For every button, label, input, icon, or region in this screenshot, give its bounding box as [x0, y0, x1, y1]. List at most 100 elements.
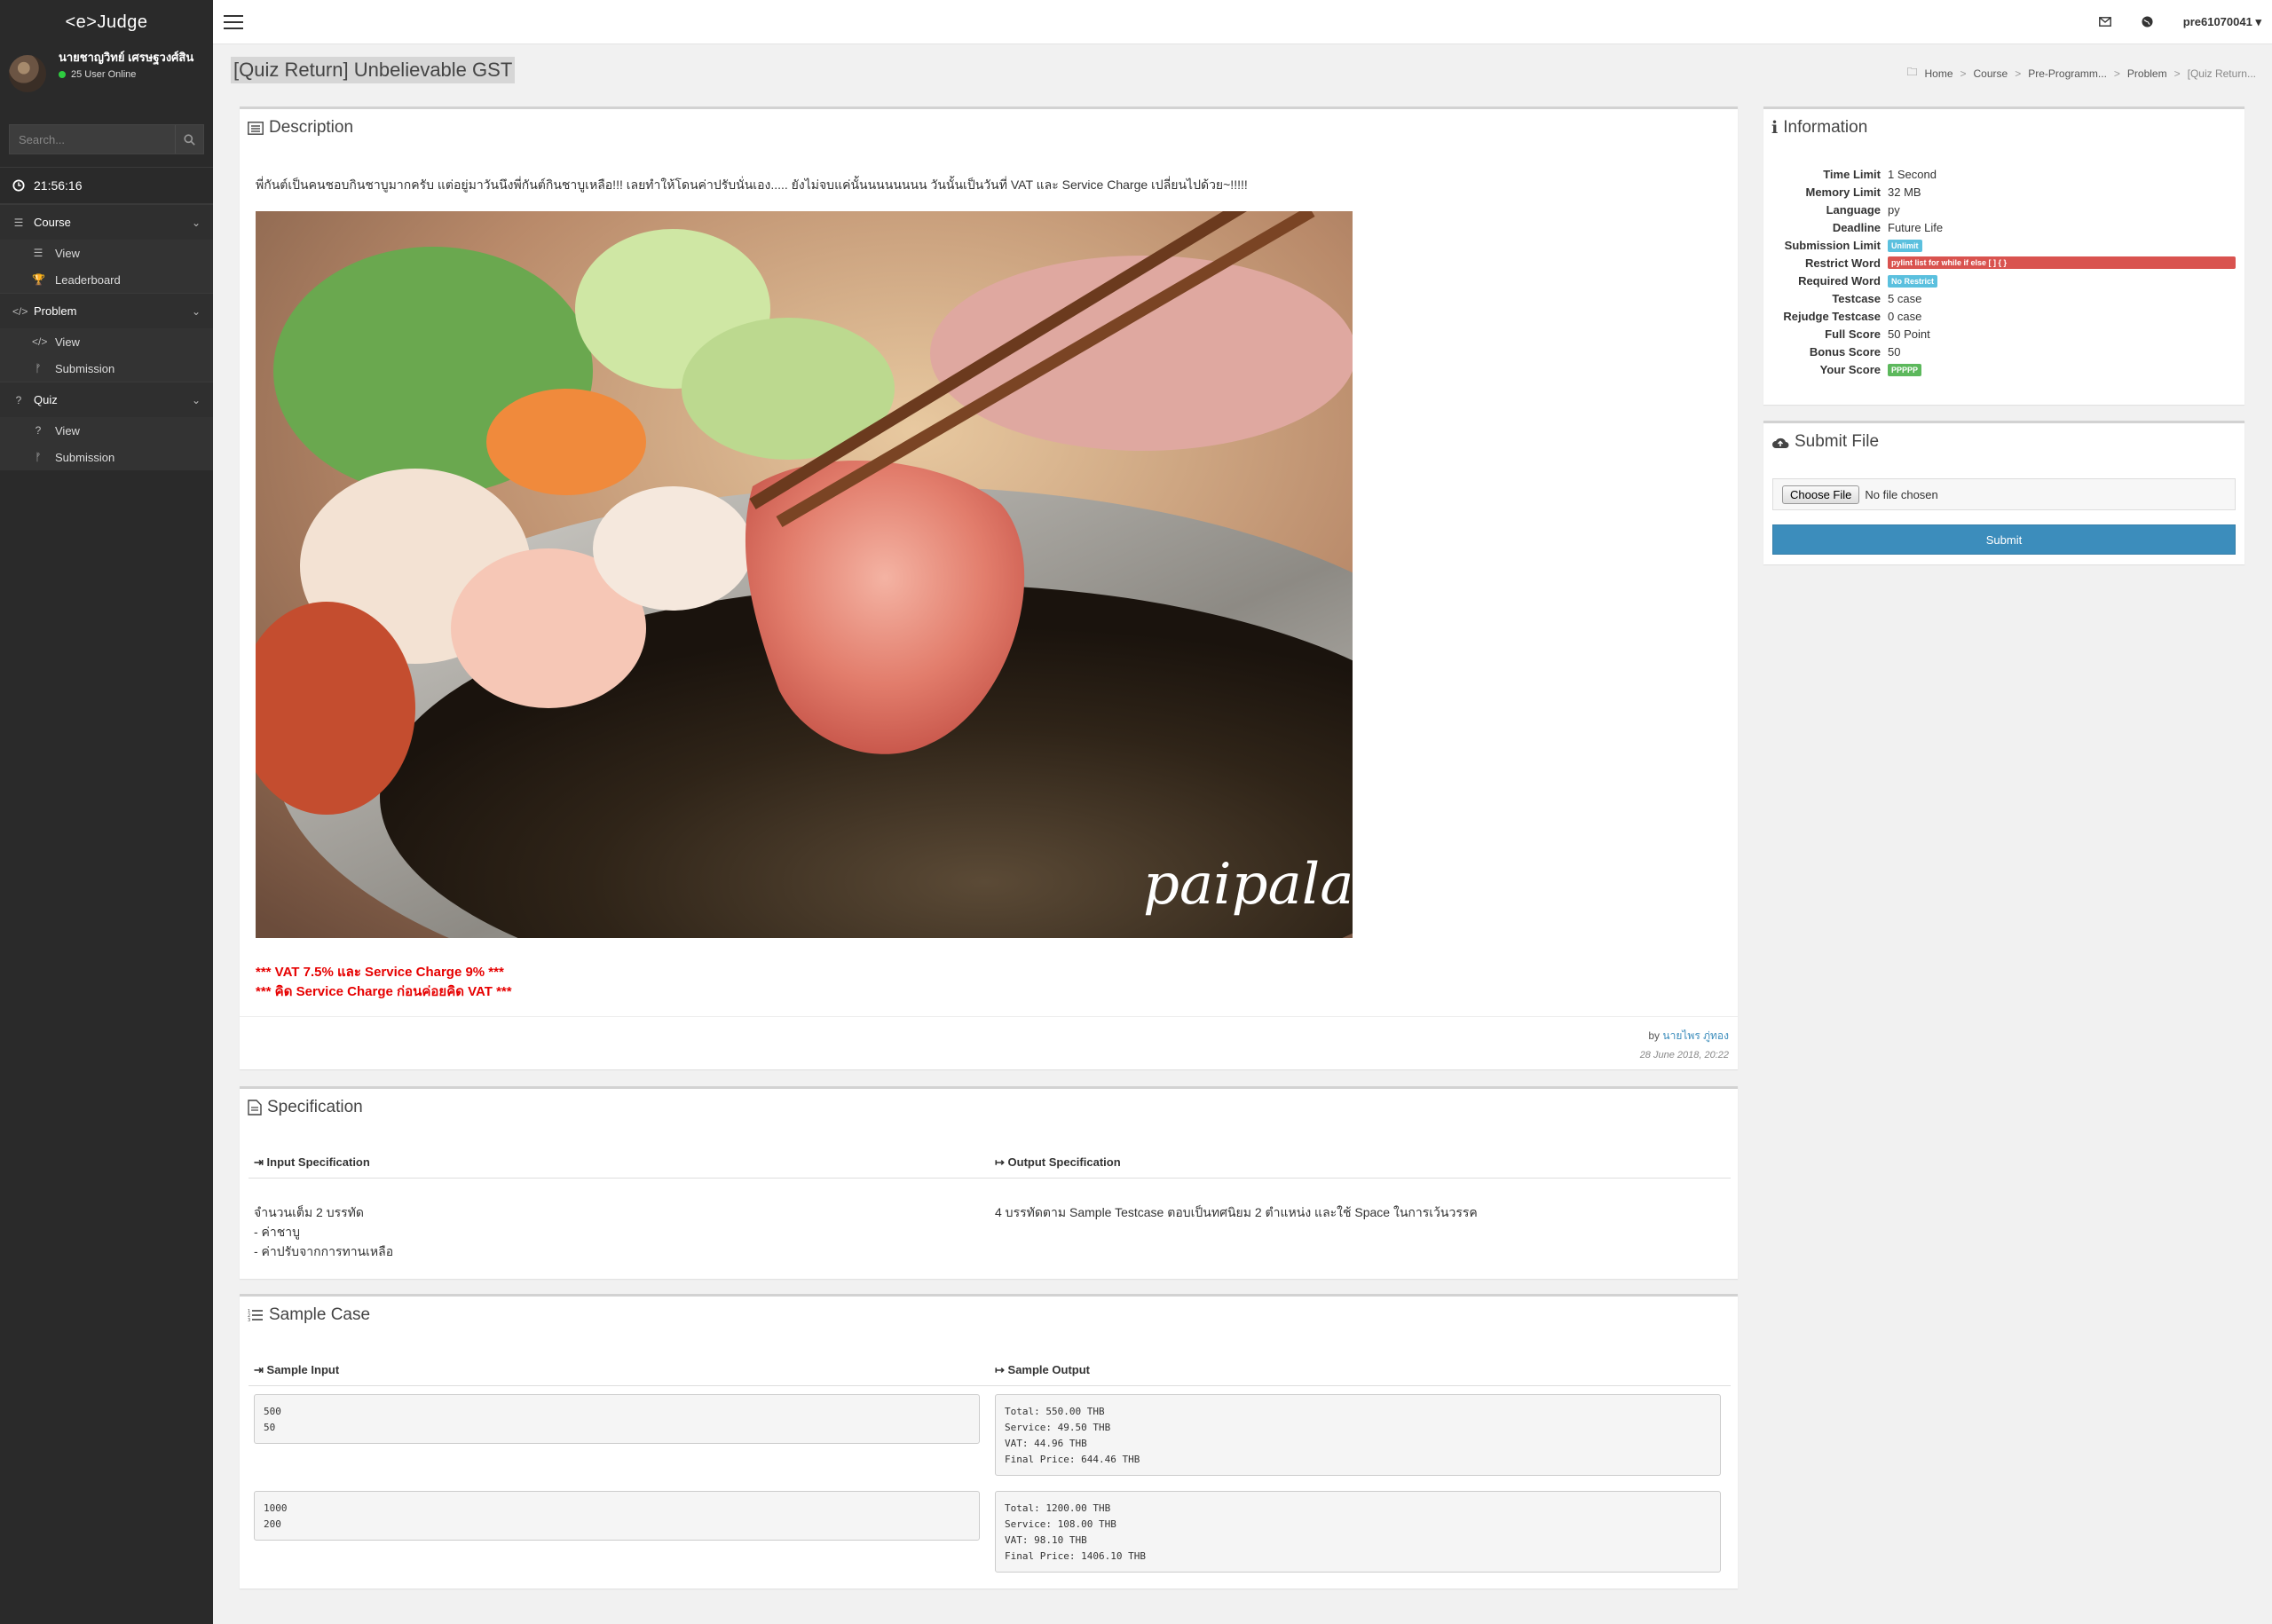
info-row: Memory Limit 32 MB — [1763, 183, 2244, 201]
breadcrumb-course-name[interactable]: Pre-Programm... — [2028, 67, 2107, 80]
globe-icon[interactable] — [2142, 16, 2153, 28]
clock-time: 21:56:16 — [34, 178, 83, 193]
file-input[interactable]: Choose File No file chosen — [1772, 478, 2236, 510]
input-spec-heading-label: Input Specification — [266, 1155, 370, 1169]
post-date: 28 June 2018, 20:22 — [1639, 1050, 1729, 1060]
info-row: Bonus Score 50 — [1763, 343, 2244, 360]
sidebar-item-label: Submission — [55, 361, 115, 375]
submit-file-heading: Submit File — [1763, 423, 2244, 461]
list-ol-icon: 123 — [248, 1309, 263, 1322]
nav-quiz-label: Quiz — [34, 393, 58, 406]
info-value: py — [1888, 202, 1900, 217]
sidebar-item-quiz-view[interactable]: ? View — [0, 417, 213, 444]
nav-course[interactable]: ☰ Course ⌄ — [0, 204, 213, 240]
description-text: พี่กันต์เป็นคนชอบกินชาบูมากครับ แต่อยู่ม… — [256, 177, 1248, 192]
output-spec-heading: ↦ Output Specification — [995, 1155, 1121, 1170]
info-label: Required Word — [1798, 273, 1881, 288]
shabu-photo: paipala — [256, 211, 1353, 938]
sample-case-heading: 123 Sample Case — [240, 1297, 1738, 1334]
info-label: Testcase — [1832, 291, 1881, 305]
info-row: Time Limit 1 Second — [1763, 165, 2244, 183]
input-spec-line: - ค่าปรับจากการทานเหลือ — [254, 1244, 394, 1258]
submit-file-panel: Submit File Choose File No file chosen S… — [1763, 421, 2244, 564]
specification-panel: Specification ⇥ Input Specification ↦ Ou… — [240, 1086, 1738, 1279]
sidebar-item-label: Submission — [55, 450, 115, 464]
specification-heading: Specification — [240, 1089, 1738, 1126]
online-count: 25 User Online — [71, 69, 137, 80]
information-heading-label: Information — [1783, 118, 1868, 137]
list-alt-icon — [248, 121, 264, 135]
nav-problem-label: Problem — [34, 304, 77, 318]
info-value: 50 — [1888, 344, 1901, 359]
info-row: Full Score 50 Point — [1763, 325, 2244, 343]
image-watermark: paipala — [1143, 852, 1353, 918]
profile-name: นายชาญวิทย์ เศรษฐวงศ์สิน — [59, 51, 194, 64]
search-icon — [184, 133, 195, 146]
information-heading: i Information — [1763, 109, 2244, 146]
your-score-badge: PPPPP — [1888, 364, 1922, 376]
author-byline: by นายไพร ภู่ทอง 28 June 2018, 20:22 — [1640, 1028, 1729, 1060]
page-title: [Quiz Return] Unbelievable GST — [231, 57, 516, 83]
nav-quiz[interactable]: ? Quiz ⌄ — [0, 382, 213, 417]
avatar — [9, 55, 46, 92]
sidebar-search — [9, 124, 204, 154]
choose-file-button[interactable]: Choose File — [1782, 485, 1860, 504]
note-service-charge: *** คิด Service Charge ก่อนค่อยคิด VAT *… — [256, 984, 512, 999]
submission-limit-badge: Unlimit — [1888, 240, 1922, 252]
file-text-icon — [248, 1100, 262, 1116]
sidebar: <e>Judge นายชาญวิทย์ เศรษฐวงศ์สิน 25 Use… — [0, 0, 213, 1624]
info-row: Rejudge Testcase 0 case — [1763, 307, 2244, 325]
sample-output-1: Total: 550.00 THB Service: 49.50 THB VAT… — [995, 1394, 1721, 1476]
description-panel: Description พี่กันต์เป็นคนชอบกินชาบูมากค… — [240, 106, 1738, 1069]
sign-in-icon: ⇥ — [254, 1155, 264, 1169]
user-profile: นายชาญวิทย์ เศรษฐวงศ์สิน 25 User Online — [0, 44, 213, 101]
input-spec-text: จำนวนเต็ม 2 บรรทัด - ค่าชาบู - ค่าปรับจา… — [254, 1202, 393, 1261]
sample-case-heading-label: Sample Case — [269, 1305, 371, 1324]
sidebar-item-leaderboard[interactable]: 🏆 Leaderboard — [0, 266, 213, 293]
search-button[interactable] — [175, 125, 203, 154]
breadcrumb-current: [Quiz Return... — [2187, 67, 2256, 80]
sidebar-item-course-view[interactable]: ☰ View — [0, 240, 213, 266]
info-row: Language py — [1763, 201, 2244, 218]
info-row: Required Word No Restrict — [1763, 272, 2244, 289]
by-prefix: by — [1648, 1029, 1661, 1042]
information-list: Time Limit 1 Second Memory Limit 32 MB Lan… — [1763, 165, 2244, 378]
restrict-word-badge: pylint list for while if else [ ] { } — [1888, 256, 2236, 269]
search-input[interactable] — [10, 125, 175, 154]
output-spec-text: 4 บรรทัดตาม Sample Testcase ตอบเป็นทศนิย… — [995, 1205, 1478, 1219]
trophy-icon: 🏆 — [32, 273, 45, 286]
sidebar-item-problem-submission[interactable]: ᚠ Submission — [0, 355, 213, 382]
brand-logo[interactable]: <e>Judge — [0, 0, 213, 44]
user-menu[interactable]: pre61070041 ▾ — [2183, 15, 2261, 29]
author-link[interactable]: นายไพร ภู่ทอง — [1662, 1029, 1729, 1042]
breadcrumb-home[interactable]: Home — [1924, 67, 1952, 80]
topbar: pre61070041 ▾ — [213, 0, 2272, 44]
input-spec-heading: ⇥ Input Specification — [254, 1155, 370, 1170]
info-value: 0 case — [1888, 309, 1922, 323]
info-value: Future Life — [1888, 220, 1944, 234]
sample-output-heading-label: Sample Output — [1007, 1363, 1090, 1376]
sign-out-icon: ↦ — [995, 1363, 1005, 1376]
info-row: Your Score PPPPP — [1763, 360, 2244, 378]
sidebar-item-quiz-submission[interactable]: ᚠ Submission — [0, 444, 213, 470]
list-icon: ☰ — [13, 216, 24, 229]
svg-text:3: 3 — [248, 1318, 250, 1322]
info-value: 50 Point — [1888, 327, 1930, 341]
sample-output-heading: ↦ Sample Output — [995, 1363, 1090, 1377]
folder-icon: 🗀 — [1906, 66, 1918, 78]
chevron-down-icon: ⌄ — [191, 393, 201, 406]
question-icon: ? — [35, 424, 42, 437]
submit-button[interactable]: Submit — [1772, 524, 2236, 555]
submit-file-heading-label: Submit File — [1795, 432, 1880, 451]
description-heading-label: Description — [269, 118, 354, 137]
info-value: 1 Second — [1888, 167, 1937, 181]
breadcrumb-problem[interactable]: Problem — [2127, 67, 2167, 80]
hamburger-menu-icon[interactable] — [224, 14, 243, 29]
breadcrumb-course[interactable]: Course — [1974, 67, 2008, 80]
sample-input-heading-label: Sample Input — [266, 1363, 340, 1376]
info-icon: i — [1771, 118, 1779, 138]
sidebar-item-problem-view[interactable]: </> View — [0, 328, 213, 355]
chevron-down-icon: ⌄ — [191, 304, 201, 318]
nav-problem[interactable]: </> Problem ⌄ — [0, 293, 213, 328]
envelope-icon[interactable] — [2098, 17, 2111, 27]
